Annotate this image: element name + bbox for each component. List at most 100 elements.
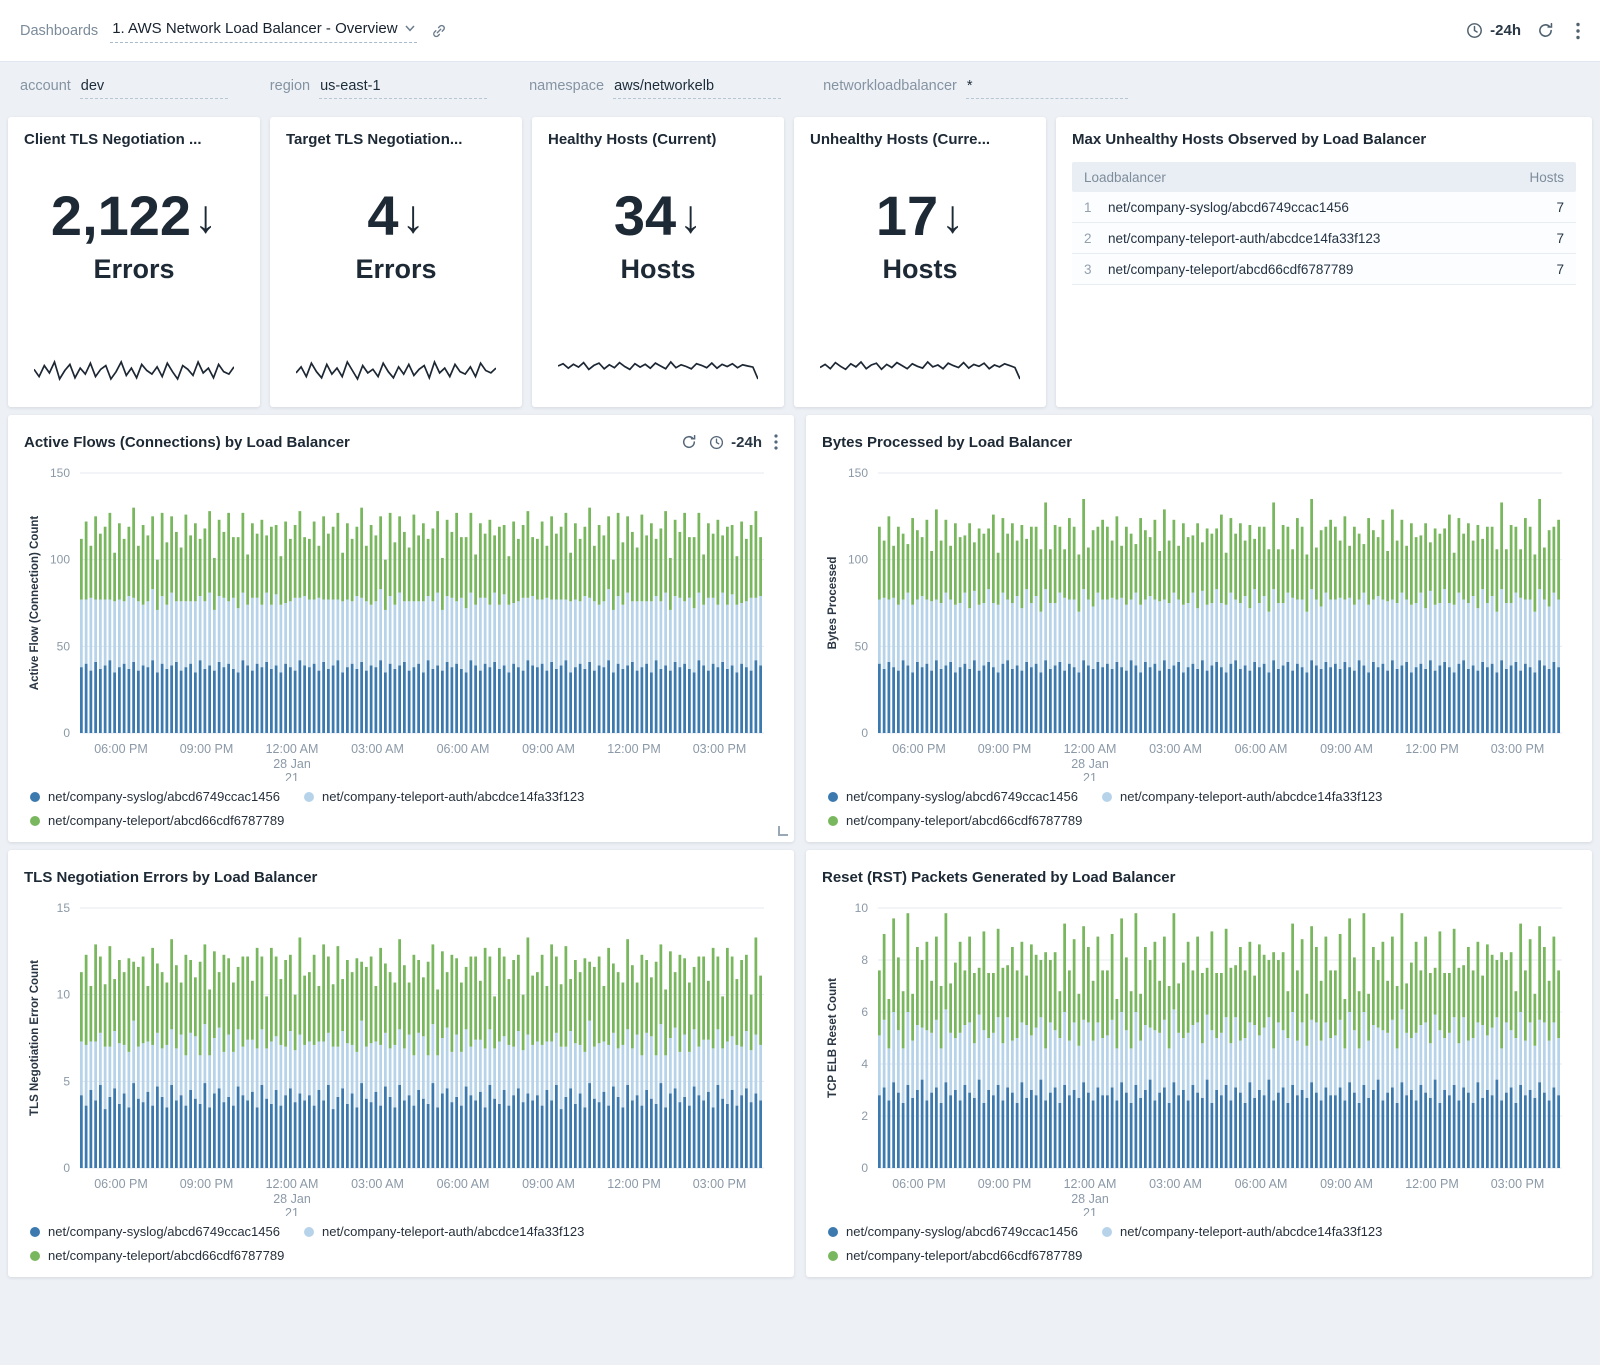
svg-text:12:00 AM: 12:00 AM xyxy=(1064,1177,1117,1191)
svg-text:TCP ELB Reset Count: TCP ELB Reset Count xyxy=(827,978,839,1098)
stat-sparkline xyxy=(34,359,234,381)
svg-text:28 Jan: 28 Jan xyxy=(1071,1192,1109,1206)
dashboard-title-dropdown[interactable]: 1. AWS Network Load Balancer - Overview xyxy=(110,18,416,43)
filter-namespace-input[interactable]: aws/networkelb xyxy=(613,78,781,99)
bytes-processed-chart: 05010015006:00 PM09:00 PM12:00 AM28 Jan2… xyxy=(822,459,1576,781)
filter-bar: account dev region us-east-1 namespace a… xyxy=(0,62,1600,109)
svg-text:03:00 PM: 03:00 PM xyxy=(1491,1177,1545,1191)
row-index: 3 xyxy=(1084,262,1104,277)
svg-text:06:00 PM: 06:00 PM xyxy=(892,742,946,756)
series-color-dot xyxy=(1102,1227,1112,1237)
charts-row-2: TLS Negotiation Errors by Load Balancer … xyxy=(0,850,1600,1285)
stat-unit: Errors xyxy=(286,254,506,285)
time-range-control[interactable]: -24h xyxy=(1466,22,1521,39)
panel-title: TLS Negotiation Errors by Load Balancer xyxy=(24,869,317,886)
legend-item[interactable]: net/company-syslog/abcd6749ccac1456 xyxy=(30,789,280,804)
svg-text:12:00 AM: 12:00 AM xyxy=(1064,742,1117,756)
svg-text:09:00 AM: 09:00 AM xyxy=(522,1177,575,1191)
svg-text:03:00 AM: 03:00 AM xyxy=(351,742,404,756)
series-color-dot xyxy=(304,792,314,802)
stat-unit: Hosts xyxy=(548,254,768,285)
stat-card-healthy-hosts: Healthy Hosts (Current) 34↓ Hosts xyxy=(532,117,784,407)
legend-item[interactable]: net/company-syslog/abcd6749ccac1456 xyxy=(828,789,1078,804)
stat-card-unhealthy-hosts: Unhealthy Hosts (Curre... 17↓ Hosts xyxy=(794,117,1046,407)
svg-text:Bytes Processed: Bytes Processed xyxy=(827,557,839,650)
kebab-menu-icon[interactable] xyxy=(1576,22,1580,40)
stat-value: 4↓ xyxy=(286,188,506,244)
svg-text:50: 50 xyxy=(855,639,869,653)
legend-item[interactable]: net/company-teleport/abcd66cdf6787789 xyxy=(828,813,1082,828)
svg-text:0: 0 xyxy=(63,1161,70,1175)
svg-text:28 Jan: 28 Jan xyxy=(273,757,311,771)
legend-item[interactable]: net/company-teleport-auth/abcdce14fa33f1… xyxy=(1102,789,1382,804)
svg-text:0: 0 xyxy=(63,726,70,740)
top-bar: Dashboards 1. AWS Network Load Balancer … xyxy=(0,0,1600,62)
svg-text:TLS Negotiation Error Count: TLS Negotiation Error Count xyxy=(29,960,41,1116)
series-color-dot xyxy=(828,1251,838,1261)
stat-title: Target TLS Negotiation... xyxy=(286,131,506,148)
trend-down-icon: ↓ xyxy=(941,190,964,242)
resize-handle[interactable] xyxy=(778,826,788,836)
table-row[interactable]: 3net/company-teleport/abcd66cdf67877897 xyxy=(1072,254,1576,285)
legend-label: net/company-syslog/abcd6749ccac1456 xyxy=(846,1224,1078,1239)
svg-text:09:00 PM: 09:00 PM xyxy=(978,1177,1032,1191)
svg-text:06:00 PM: 06:00 PM xyxy=(94,742,148,756)
reset-packets-panel: Reset (RST) Packets Generated by Load Ba… xyxy=(806,850,1592,1277)
loadbalancer-name: net/company-syslog/abcd6749ccac1456 xyxy=(1108,200,1556,215)
legend-item[interactable]: net/company-teleport-auth/abcdce14fa33f1… xyxy=(304,1224,584,1239)
filter-region-input[interactable]: us-east-1 xyxy=(319,78,487,99)
svg-text:12:00 PM: 12:00 PM xyxy=(607,1177,661,1191)
svg-text:100: 100 xyxy=(848,553,868,567)
legend-label: net/company-syslog/abcd6749ccac1456 xyxy=(48,789,280,804)
legend-item[interactable]: net/company-teleport-auth/abcdce14fa33f1… xyxy=(1102,1224,1382,1239)
legend-item[interactable]: net/company-teleport/abcd66cdf6787789 xyxy=(30,1248,284,1263)
series-color-dot xyxy=(30,792,40,802)
series-color-dot xyxy=(1102,792,1112,802)
svg-text:03:00 AM: 03:00 AM xyxy=(1149,1177,1202,1191)
dashboards-breadcrumb[interactable]: Dashboards xyxy=(20,23,98,39)
filter-account-input[interactable]: dev xyxy=(80,78,228,99)
legend-label: net/company-teleport-auth/abcdce14fa33f1… xyxy=(322,1224,584,1239)
legend-label: net/company-teleport-auth/abcdce14fa33f1… xyxy=(1120,1224,1382,1239)
svg-text:21: 21 xyxy=(285,1206,299,1216)
link-icon[interactable] xyxy=(431,23,447,39)
row-index: 1 xyxy=(1084,200,1104,215)
legend-item[interactable]: net/company-teleport/abcd66cdf6787789 xyxy=(828,1248,1082,1263)
svg-text:09:00 AM: 09:00 AM xyxy=(522,742,575,756)
svg-text:06:00 PM: 06:00 PM xyxy=(94,1177,148,1191)
kebab-menu-icon[interactable] xyxy=(774,434,778,450)
svg-text:12:00 PM: 12:00 PM xyxy=(1405,1177,1459,1191)
table-row[interactable]: 1net/company-syslog/abcd6749ccac14567 xyxy=(1072,192,1576,223)
refresh-icon[interactable] xyxy=(681,434,697,450)
filter-networkloadbalancer: networkloadbalancer * xyxy=(823,78,1128,99)
chart-legend: net/company-syslog/abcd6749ccac1456 net/c… xyxy=(24,781,778,834)
panel-time-range-control[interactable]: -24h xyxy=(709,434,762,451)
legend-item[interactable]: net/company-teleport-auth/abcdce14fa33f1… xyxy=(304,789,584,804)
legend-label: net/company-teleport/abcd66cdf6787789 xyxy=(48,813,284,828)
svg-text:12:00 PM: 12:00 PM xyxy=(607,742,661,756)
table-row[interactable]: 2net/company-teleport-auth/abcdce14fa33f… xyxy=(1072,223,1576,254)
svg-text:150: 150 xyxy=(50,466,70,480)
svg-text:2: 2 xyxy=(861,1109,868,1123)
svg-text:150: 150 xyxy=(848,466,868,480)
svg-text:06:00 PM: 06:00 PM xyxy=(892,1177,946,1191)
legend-item[interactable]: net/company-teleport/abcd66cdf6787789 xyxy=(30,813,284,828)
clock-icon xyxy=(709,435,724,450)
svg-text:5: 5 xyxy=(63,1074,70,1088)
svg-text:28 Jan: 28 Jan xyxy=(273,1192,311,1206)
filter-region: region us-east-1 xyxy=(270,78,487,99)
svg-text:100: 100 xyxy=(50,553,70,567)
legend-item[interactable]: net/company-syslog/abcd6749ccac1456 xyxy=(30,1224,280,1239)
svg-text:0: 0 xyxy=(861,1161,868,1175)
series-color-dot xyxy=(828,816,838,826)
svg-text:03:00 PM: 03:00 PM xyxy=(1491,742,1545,756)
panel-time-range-label: -24h xyxy=(731,434,762,451)
stat-unit: Hosts xyxy=(810,254,1030,285)
stat-value: 2,122↓ xyxy=(24,188,244,244)
filter-networkloadbalancer-input[interactable]: * xyxy=(966,78,1128,99)
refresh-icon[interactable] xyxy=(1537,22,1554,39)
unhealthy-hosts-table-body: 1net/company-syslog/abcd6749ccac145672ne… xyxy=(1072,192,1576,285)
legend-item[interactable]: net/company-syslog/abcd6749ccac1456 xyxy=(828,1224,1078,1239)
series-color-dot xyxy=(828,792,838,802)
legend-label: net/company-teleport-auth/abcdce14fa33f1… xyxy=(322,789,584,804)
